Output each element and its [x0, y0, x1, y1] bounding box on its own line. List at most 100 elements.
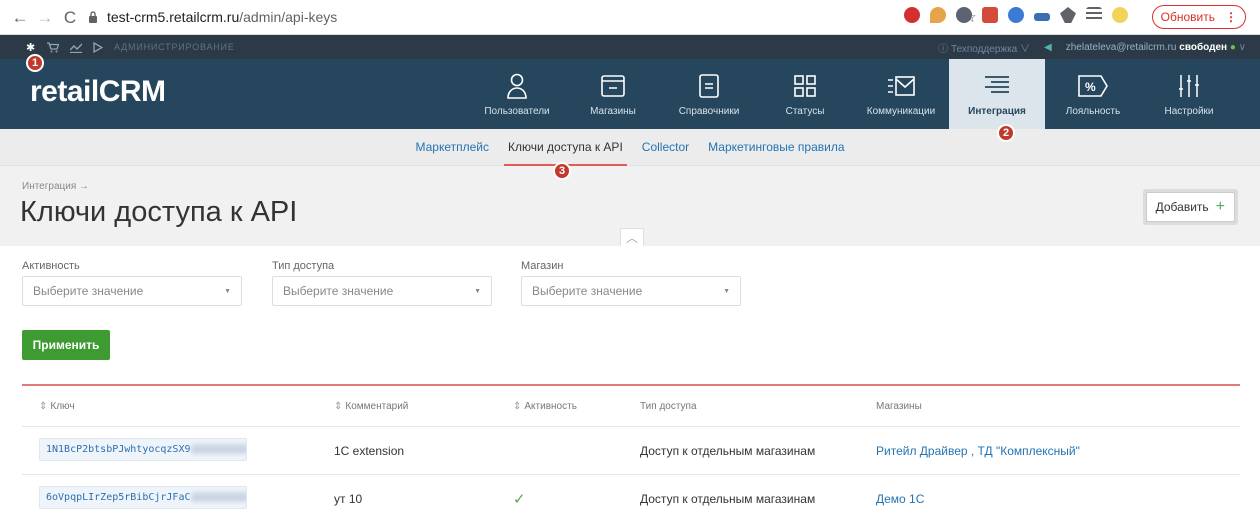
nav-settings[interactable]: Настройки — [1141, 59, 1237, 129]
url-path: /admin/api-keys — [239, 9, 338, 25]
nav-loyalty[interactable]: % Лояльность — [1045, 59, 1141, 129]
shop-filter-label: Магазин — [521, 260, 564, 272]
access-type-cell: Доступ к отдельным магазинам — [640, 443, 816, 458]
gear-icon[interactable]: ✱ — [26, 41, 36, 54]
kebab-menu-icon: ⋮ — [1225, 10, 1237, 24]
retailcrm-logo[interactable]: retailCRM — [30, 75, 166, 109]
subnav-api-keys[interactable]: Ключи доступа к API — [504, 140, 627, 166]
admin-topbar-right: ⓘ Техподдержка ∨ ◀ zhelateleva@retailcrm… — [938, 35, 1246, 59]
subnav-marketplace[interactable]: Маркетплейс — [416, 140, 490, 154]
playlist-icon[interactable] — [1086, 7, 1102, 23]
url-host: test-crm5.retailcrm.ru — [107, 9, 240, 25]
nav-directories[interactable]: Справочники — [661, 59, 757, 129]
ext-drop-icon[interactable] — [930, 7, 946, 23]
support-link[interactable]: ⓘ Техподдержка ∨ — [938, 40, 1030, 55]
status-grid-icon — [794, 72, 816, 100]
play-icon[interactable] — [93, 41, 104, 53]
filters-panel: Активность Выберите значение ▼ Тип доступ… — [0, 246, 1260, 381]
svg-text:%: % — [1085, 80, 1096, 94]
sliders-icon — [1178, 72, 1200, 100]
chevron-down-icon: ▼ — [723, 288, 730, 295]
puzzle-icon[interactable] — [1060, 7, 1076, 23]
collapse-filters-chevron-up-icon[interactable]: ︿ — [620, 228, 644, 246]
api-keys-table: ⇕ Ключ ⇕ Комментарий ⇕ Активность Тип досту… — [22, 384, 1240, 522]
status-dot-icon: ● — [1229, 41, 1236, 53]
directory-icon — [699, 72, 719, 100]
sort-icon: ⇕ — [39, 400, 48, 412]
activity-filter-label: Активность — [22, 260, 80, 272]
comment-cell: 1C extension — [334, 443, 405, 458]
extensions — [904, 7, 1128, 23]
subnav-marketing-rules[interactable]: Маркетинговые правила — [708, 140, 844, 154]
column-comment[interactable]: ⇕ Комментарий — [318, 401, 496, 412]
update-button[interactable]: Обновить ⋮ — [1151, 5, 1246, 29]
breadcrumb[interactable]: Интеграция → — [22, 181, 89, 192]
chevron-down-icon: ▼ — [224, 288, 231, 295]
shop-select[interactable]: Выберите значение ▼ — [521, 276, 741, 306]
profile-avatar-icon[interactable] — [1112, 7, 1128, 23]
nav-communications[interactable]: Коммуникации — [853, 59, 949, 129]
back-icon[interactable]: ← — [8, 5, 32, 29]
mail-icon — [887, 72, 915, 100]
cart-icon[interactable] — [47, 41, 60, 53]
api-key-value[interactable]: 6oVpqpLIrZep5rBibCjrJFaC — [39, 485, 247, 509]
sort-icon: ⇕ — [513, 400, 522, 412]
lock-icon — [88, 11, 98, 23]
column-shops: Магазины — [876, 400, 922, 412]
access-type-select[interactable]: Выберите значение ▼ — [272, 276, 492, 306]
ext-circle-icon[interactable] — [956, 7, 972, 23]
ext-avatar-icon[interactable] — [1008, 7, 1024, 23]
nav-statuses[interactable]: Статусы — [757, 59, 853, 129]
megaphone-icon[interactable]: ◀ — [1044, 42, 1052, 53]
shops-cell[interactable]: Ритейл Драйвер , ТД "Комплексный" — [859, 444, 1080, 458]
apply-button[interactable]: Применить — [22, 330, 110, 360]
main-nav: retailCRM Пользователи Магазины Справочн… — [0, 59, 1260, 129]
column-access-type: Тип доступа — [640, 400, 697, 412]
chevron-down-icon: ▼ — [474, 288, 481, 295]
nav-users[interactable]: Пользователи — [469, 59, 565, 129]
nav-integration[interactable]: Интеграция — [949, 59, 1045, 129]
plus-icon: + — [1215, 198, 1225, 215]
redacted-blur — [190, 443, 246, 454]
activity-cell: ✓ — [496, 490, 623, 508]
user-icon — [506, 72, 528, 100]
subnav-collector[interactable]: Collector — [642, 140, 689, 154]
page-header: Интеграция → Ключи доступа к API ︿ Добав… — [0, 166, 1260, 246]
table-header: ⇕ Ключ ⇕ Комментарий ⇕ Активность Тип досту… — [22, 386, 1240, 426]
integration-icon — [983, 72, 1011, 100]
access-type-filter-label: Тип доступа — [272, 260, 335, 272]
admin-topbar: ✱ АДМИНИСТРИРОВАНИЕ ⓘ Техподдержка ∨ ◀ z… — [0, 35, 1260, 59]
browser-toolbar: ← → C test-crm5.retailcrm.ru/admin/api-k… — [0, 0, 1260, 35]
user-menu[interactable]: zhelateleva@retailcrm.ru свободен ● ∨ — [1066, 42, 1246, 53]
activity-select[interactable]: Выберите значение ▼ — [22, 276, 242, 306]
help-icon: ⓘ — [938, 43, 951, 55]
add-button-wrap: Добавить + — [1142, 189, 1238, 225]
percent-tag-icon: % — [1078, 72, 1108, 100]
ext-bar-icon[interactable] — [1034, 13, 1050, 21]
table-row[interactable]: 6oVpqpLIrZep5rBibCjrJFaC ут 10 ✓ Доступ … — [22, 474, 1240, 522]
sort-icon: ⇕ — [334, 400, 343, 412]
step-badge-3: 3 — [553, 162, 571, 180]
admin-title: АДМИНИСТРИРОВАНИЕ — [114, 42, 235, 52]
step-badge-1: 1 — [26, 54, 44, 72]
forward-icon[interactable]: → — [33, 5, 57, 29]
shops-cell[interactable]: Демо 1С — [859, 492, 924, 506]
user-email: zhelateleva@retailcrm.ru — [1065, 41, 1177, 53]
analytics-icon[interactable] — [70, 42, 83, 53]
ext-square-icon[interactable] — [982, 7, 998, 23]
api-key-value[interactable]: 1N1BcP2btsbPJwhtyocqzSX9 — [39, 437, 247, 461]
adblock-icon[interactable] — [904, 7, 920, 23]
add-button[interactable]: Добавить + — [1145, 192, 1235, 222]
comment-cell: ут 10 — [334, 491, 363, 506]
column-activity[interactable]: ⇕ Активность — [496, 401, 623, 412]
check-icon: ✓ — [513, 490, 526, 508]
step-badge-2: 2 — [997, 124, 1015, 142]
nav-stores[interactable]: Магазины — [565, 59, 661, 129]
access-type-cell: Доступ к отдельным магазинам — [640, 491, 816, 506]
store-icon — [601, 72, 625, 100]
user-status: свободен — [1179, 41, 1228, 53]
reload-icon[interactable]: C — [58, 5, 82, 29]
column-key[interactable]: ⇕ Ключ — [22, 401, 318, 412]
table-row[interactable]: 1N1BcP2btsbPJwhtyocqzSX9 1C extension До… — [22, 426, 1240, 474]
sub-nav: Маркетплейс Ключи доступа к API Collecto… — [0, 129, 1260, 166]
